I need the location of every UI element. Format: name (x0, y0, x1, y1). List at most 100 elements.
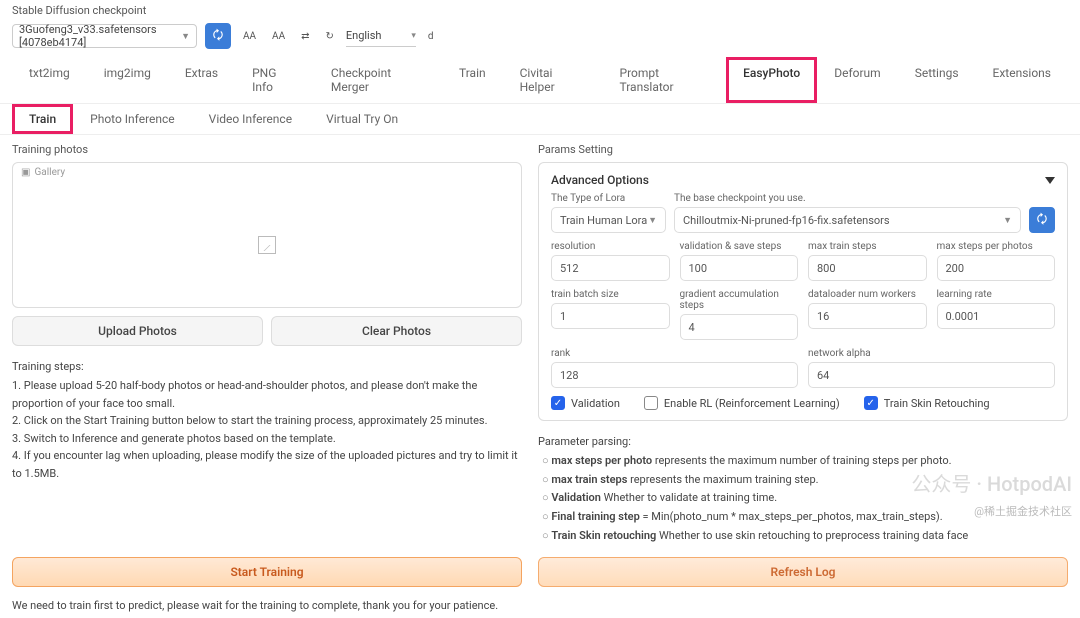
max-train-label: max train steps (808, 241, 927, 252)
retouch-checkbox-item[interactable]: ✓ Train Skin Retouching (864, 396, 990, 410)
chevron-down-icon: ▼ (648, 215, 657, 226)
training-step: 4. If you encounter lag when uploading, … (12, 447, 522, 482)
validation-checkbox-item[interactable]: ✓ Validation (551, 396, 620, 410)
lora-type-value: Train Human Lora (560, 214, 647, 227)
tab-settings[interactable]: Settings (898, 57, 976, 103)
val-save-input[interactable]: 100 (680, 255, 799, 281)
refresh-checkpoint-button[interactable]: 🗘 (205, 23, 231, 49)
training-photos-label: Training photos (12, 143, 522, 156)
param-parse-item: max train steps represents the maximum t… (542, 471, 1068, 490)
rl-checkbox-item[interactable]: Enable RL (Reinforcement Learning) (644, 396, 840, 410)
rank-input[interactable]: 128 (551, 362, 798, 388)
collapse-icon[interactable] (1045, 177, 1055, 184)
tab-img2img[interactable]: img2img (87, 57, 168, 103)
training-steps-list: 1. Please upload 5-20 half-body photos o… (12, 377, 522, 483)
training-step: 2. Click on the Start Training button be… (12, 412, 522, 430)
refresh-log-button[interactable]: Refresh Log (538, 557, 1068, 587)
alpha-label: network alpha (808, 348, 1055, 359)
param-parse-item: max steps per photo represents the maxim… (542, 452, 1068, 471)
font-size-a2[interactable]: AA (268, 29, 289, 44)
batch-input[interactable]: 1 (551, 303, 670, 329)
tab-checkpoint-merger[interactable]: Checkpoint Merger (314, 57, 442, 103)
lora-type-select[interactable]: Train Human Lora ▼ (551, 207, 666, 233)
grad-accum-input[interactable]: 4 (680, 314, 799, 340)
advanced-options-title: Advanced Options (551, 173, 649, 187)
workers-label: dataloader num workers (808, 289, 927, 300)
training-step: 1. Please upload 5-20 half-body photos o… (12, 377, 522, 412)
font-size-a1[interactable]: AA (239, 29, 260, 44)
gallery-body (13, 182, 521, 307)
tab-easyphoto[interactable]: EasyPhoto (726, 57, 817, 103)
gallery-dropzone[interactable]: ▣ Gallery (12, 162, 522, 308)
gallery-header: ▣ Gallery (13, 163, 521, 182)
rl-check-label: Enable RL (Reinforcement Learning) (664, 397, 840, 410)
alpha-input[interactable]: 64 (808, 362, 1055, 388)
image-icon: ▣ (21, 167, 30, 178)
base-checkpoint-value: Chilloutmix-Ni-pruned-fp16-fix.safetenso… (683, 214, 890, 227)
language-select[interactable]: English ▾ (346, 25, 416, 47)
retouch-checkbox[interactable]: ✓ (864, 396, 878, 410)
language-value: English (346, 29, 382, 42)
resolution-input[interactable]: 512 (551, 255, 670, 281)
refresh-icon: 🗘 (213, 26, 224, 47)
reload-icon[interactable]: ↻ (321, 29, 337, 44)
checkpoint-select[interactable]: 3Guofeng3_v33.safetensors [4078eb4174] ▼ (12, 24, 197, 48)
param-parse-item: Validation Whether to validate at traini… (542, 489, 1068, 508)
tab-train[interactable]: Train (442, 57, 503, 103)
chevron-down-icon: ▼ (181, 31, 190, 42)
lora-type-label: The Type of Lora (551, 193, 666, 204)
val-save-label: validation & save steps (680, 241, 799, 252)
param-parse-item: Final training step = Min(photo_num * ma… (542, 508, 1068, 527)
lr-input[interactable]: 0.0001 (937, 303, 1056, 329)
validation-checkbox[interactable]: ✓ (551, 396, 565, 410)
start-training-button[interactable]: Start Training (12, 557, 522, 587)
footer-note: We need to train first to predict, pleas… (0, 593, 1080, 618)
tab-png-info[interactable]: PNG Info (235, 57, 314, 103)
max-per-photo-input[interactable]: 200 (937, 255, 1056, 281)
tab-extras[interactable]: Extras (168, 57, 235, 103)
params-setting-label: Params Setting (538, 143, 1068, 156)
swap-icon[interactable]: ⇄ (297, 29, 313, 44)
tab-deforum[interactable]: Deforum (817, 57, 897, 103)
training-steps-title: Training steps: (12, 360, 522, 373)
tab-txt2img[interactable]: txt2img (12, 57, 87, 103)
tab-extensions[interactable]: Extensions (976, 57, 1068, 103)
rank-label: rank (551, 348, 798, 359)
base-checkpoint-select[interactable]: Chilloutmix-Ni-pruned-fp16-fix.safetenso… (674, 207, 1021, 233)
retouch-check-label: Train Skin Retouching (884, 397, 990, 410)
subtab-video-inference[interactable]: Video Inference (192, 104, 309, 134)
chevron-down-icon: ▼ (1003, 215, 1012, 226)
checkpoint-label: Stable Diffusion checkpoint (0, 0, 1080, 21)
max-train-input[interactable]: 800 (808, 255, 927, 281)
param-parse-item: Train Skin retouching Whether to use ski… (542, 527, 1068, 546)
extra-letter: d (424, 29, 438, 44)
refresh-base-button[interactable]: 🗘 (1029, 207, 1055, 233)
gallery-label: Gallery (34, 167, 65, 178)
refresh-icon: 🗘 (1037, 210, 1048, 231)
sub-tabs: TrainPhoto InferenceVideo InferenceVirtu… (0, 104, 1080, 135)
grad-accum-label: gradient accumulation steps (680, 289, 799, 311)
chevron-down-icon: ▾ (411, 31, 416, 41)
batch-label: train batch size (551, 289, 670, 300)
training-step: 3. Switch to Inference and generate phot… (12, 430, 522, 448)
checkpoint-row: 3Guofeng3_v33.safetensors [4078eb4174] ▼… (0, 21, 1080, 57)
tab-prompt-translator[interactable]: Prompt Translator (603, 57, 727, 103)
param-parsing-title: Parameter parsing: (538, 435, 1068, 448)
params-box: Advanced Options The Type of Lora Train … (538, 162, 1068, 421)
main-tabs: txt2imgimg2imgExtrasPNG InfoCheckpoint M… (0, 57, 1080, 104)
resolution-label: resolution (551, 241, 670, 252)
param-parsing-list: max steps per photo represents the maxim… (538, 452, 1068, 545)
subtab-train[interactable]: Train (12, 104, 73, 134)
base-checkpoint-label: The base checkpoint you use. (674, 193, 1021, 204)
validation-check-label: Validation (571, 397, 620, 410)
workers-input[interactable]: 16 (808, 303, 927, 329)
checkpoint-value: 3Guofeng3_v33.safetensors [4078eb4174] (19, 23, 181, 49)
lr-label: learning rate (937, 289, 1056, 300)
subtab-virtual-try-on[interactable]: Virtual Try On (309, 104, 415, 134)
clear-photos-button[interactable]: Clear Photos (271, 316, 522, 346)
tab-civitai-helper[interactable]: Civitai Helper (503, 57, 603, 103)
subtab-photo-inference[interactable]: Photo Inference (73, 104, 192, 134)
image-placeholder-icon (258, 236, 276, 254)
rl-checkbox[interactable] (644, 396, 658, 410)
upload-photos-button[interactable]: Upload Photos (12, 316, 263, 346)
